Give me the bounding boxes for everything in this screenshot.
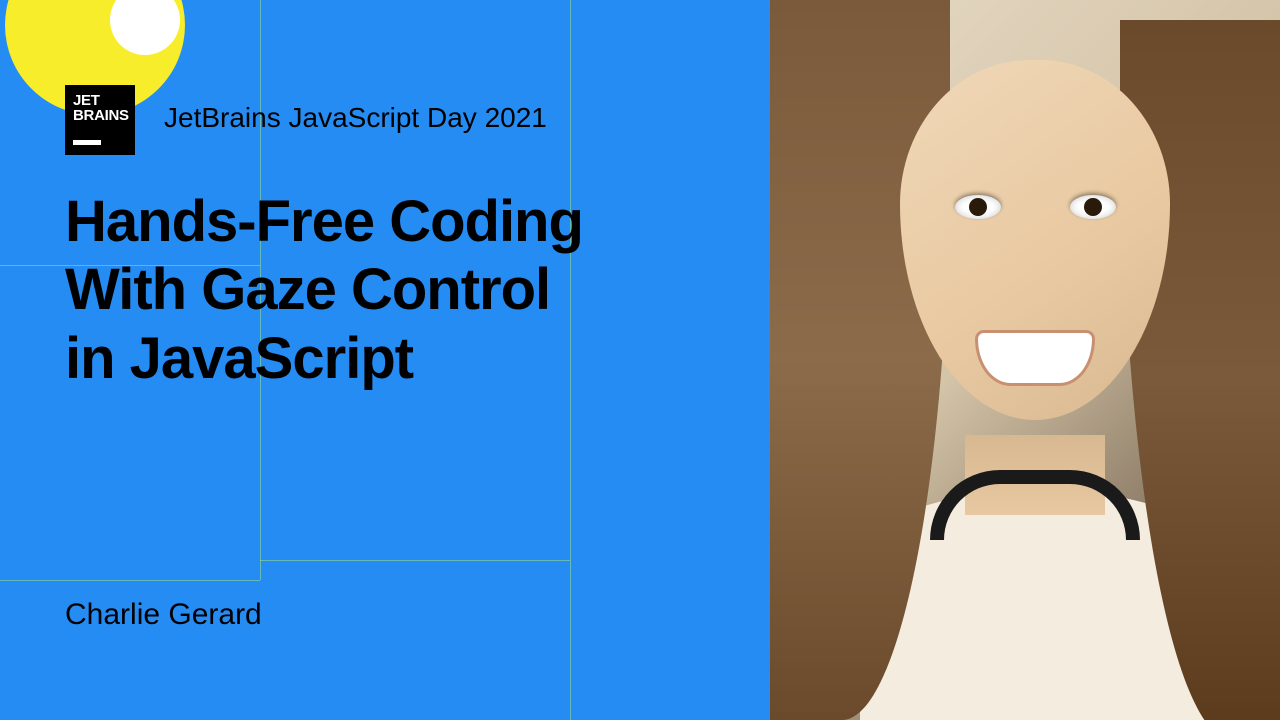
logo-text-line1: JET: [73, 93, 127, 108]
jetbrains-logo: JET BRAINS: [65, 85, 135, 155]
logo-bar: [73, 140, 101, 145]
content-panel: JET BRAINS JetBrains JavaScript Day 2021…: [0, 0, 770, 720]
event-name: JetBrains JavaScript Day 2021: [164, 102, 547, 134]
speaker-name: Charlie Gerard: [65, 598, 262, 632]
slide-container: JET BRAINS JetBrains JavaScript Day 2021…: [0, 0, 1280, 720]
talk-title: Hands-Free Coding With Gaze Control in J…: [65, 188, 583, 393]
photo-placeholder: [770, 0, 1280, 720]
logo-text-line2: BRAINS: [73, 108, 127, 123]
speaker-photo: [770, 0, 1280, 720]
